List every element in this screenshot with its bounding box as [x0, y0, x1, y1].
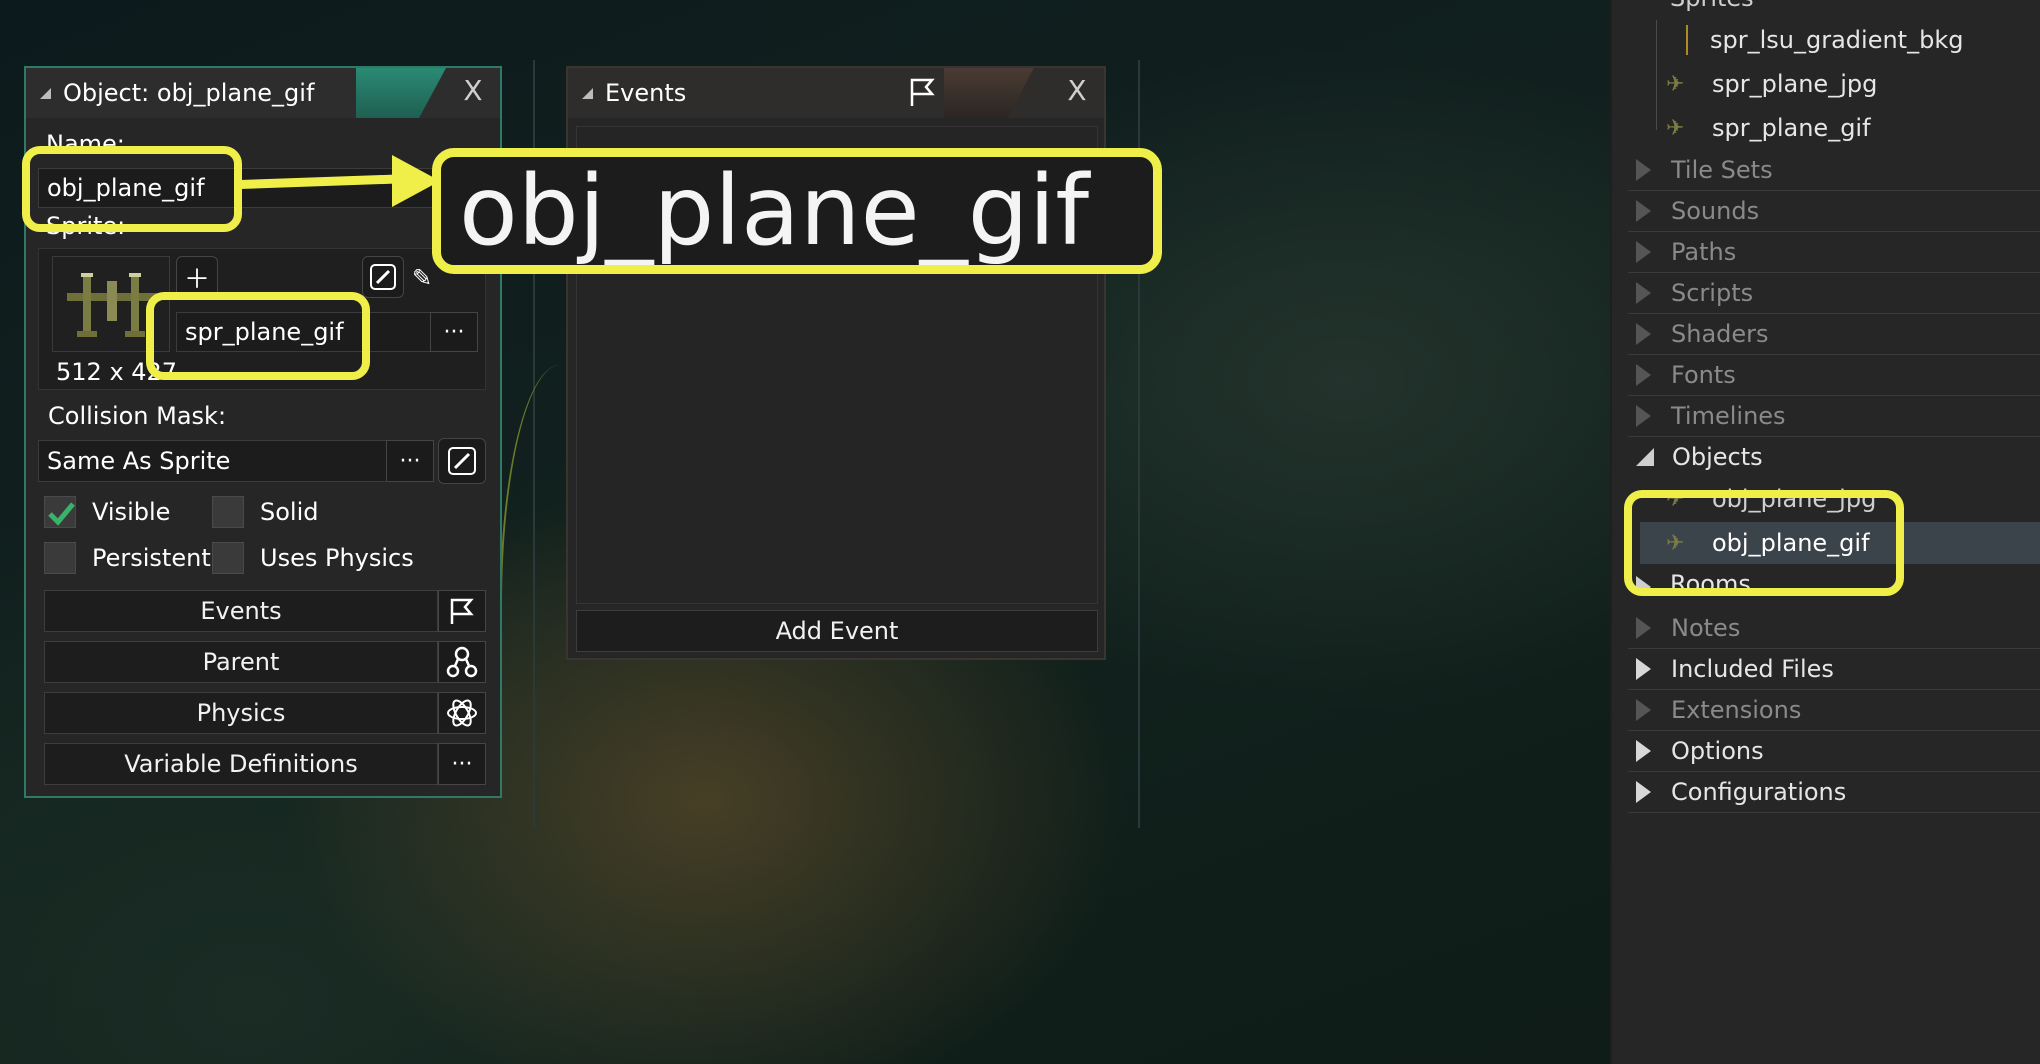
expand-icon — [1636, 323, 1651, 345]
tree-group-paths[interactable]: Paths — [1628, 232, 1736, 272]
tree-group-fonts[interactable]: Fonts — [1628, 355, 1736, 395]
object-panel-titlebar[interactable]: Object: obj_plane_gif X — [26, 68, 500, 118]
solid-checkbox[interactable] — [212, 496, 244, 528]
close-icon[interactable]: X — [458, 76, 488, 106]
expand-icon — [1636, 241, 1651, 263]
collision-browse-button[interactable]: ··· — [386, 440, 434, 482]
checkmark-icon — [48, 502, 75, 526]
gradient-sprite-icon — [1686, 25, 1688, 55]
sprite-browse-button[interactable]: ··· — [430, 312, 478, 352]
tree-group-included-files[interactable]: Included Files — [1628, 649, 1834, 689]
physics-atom-icon[interactable] — [438, 692, 486, 734]
tree-group-extensions[interactable]: Extensions — [1628, 690, 1801, 730]
physics-button[interactable]: Physics — [44, 692, 438, 734]
visible-label: Visible — [92, 498, 171, 526]
resource-tree-top-edge: Sprites — [1628, 0, 2040, 14]
close-icon[interactable]: X — [1062, 76, 1092, 106]
persistent-checkbox[interactable] — [44, 542, 76, 574]
sprites-header[interactable]: Sprites — [1670, 0, 1754, 12]
expand-icon — [1636, 740, 1651, 762]
brush-icon — [448, 447, 476, 475]
tree-group-sounds[interactable]: Sounds — [1628, 191, 1759, 231]
expand-icon — [1636, 364, 1651, 386]
expand-icon — [1636, 699, 1651, 721]
tree-item-sprite[interactable]: ✈ spr_plane_jpg — [1628, 64, 1877, 104]
tree-separator — [1628, 812, 2040, 813]
title-notch — [356, 68, 446, 118]
expand-icon — [1636, 405, 1651, 427]
uses-physics-checkbox[interactable] — [212, 542, 244, 574]
expand-icon — [1636, 200, 1651, 222]
collision-mask-field[interactable]: Same As Sprite — [38, 440, 412, 482]
tree-item-sprite[interactable]: ✈ spr_plane_gif — [1628, 108, 1871, 148]
collapse-icon[interactable] — [582, 87, 593, 99]
tree-group-scripts[interactable]: Scripts — [1628, 273, 1753, 313]
tree-group-shaders[interactable]: Shaders — [1628, 314, 1769, 354]
plane-sprite-icon: ✈ — [1666, 116, 1685, 141]
tree-group-options[interactable]: Options — [1628, 731, 1764, 771]
parent-button[interactable]: Parent — [44, 641, 438, 683]
title-notch — [944, 68, 1034, 118]
collision-mask-label: Collision Mask: — [48, 402, 227, 430]
persistent-label: Persistent — [92, 544, 211, 572]
expand-icon — [1636, 781, 1651, 803]
connector-line — [500, 365, 570, 615]
uses-physics-label: Uses Physics — [260, 544, 414, 572]
solid-label: Solid — [260, 498, 319, 526]
expand-icon — [1636, 282, 1651, 304]
tree-group-notes[interactable]: Notes — [1628, 608, 1740, 648]
tree-item-sprite[interactable]: spr_lsu_gradient_bkg — [1628, 20, 1963, 60]
tree-group-configurations[interactable]: Configurations — [1628, 772, 1846, 812]
tree-group-objects[interactable]: Objects — [1628, 437, 1763, 477]
expand-icon — [1636, 159, 1651, 181]
collapse-icon[interactable] — [40, 87, 51, 99]
tree-item-highlight — [1624, 490, 1904, 596]
events-button[interactable]: Events — [44, 590, 438, 632]
zoom-callout: obj_plane_gif — [432, 148, 1162, 274]
events-flag-icon[interactable] — [438, 590, 486, 632]
parent-hierarchy-icon[interactable] — [438, 641, 486, 683]
edit-sprite-button[interactable] — [362, 256, 404, 298]
events-flag-icon — [906, 76, 938, 112]
sprite-field-highlight — [146, 292, 370, 380]
plus-icon: ＋ — [183, 264, 210, 295]
expand-icon — [1636, 658, 1651, 680]
zoom-callout-text: obj_plane_gif — [459, 155, 1090, 267]
expand-icon — [1636, 617, 1651, 639]
collapse-icon — [1636, 448, 1654, 466]
events-panel-titlebar[interactable]: Events X — [568, 68, 1104, 118]
tree-group-tile-sets[interactable]: Tile Sets — [1628, 150, 1773, 190]
tree-group-timelines[interactable]: Timelines — [1628, 396, 1786, 436]
events-panel-title: Events — [605, 79, 687, 107]
variable-definitions-more-button[interactable]: ··· — [438, 743, 486, 785]
variable-definitions-button[interactable]: Variable Definitions — [44, 743, 438, 785]
object-panel-title: Object: obj_plane_gif — [63, 79, 315, 107]
add-event-button[interactable]: Add Event — [576, 610, 1098, 652]
name-field-highlight — [22, 146, 242, 232]
edit-mask-button[interactable] — [438, 438, 486, 484]
visible-checkbox[interactable] — [44, 496, 76, 528]
plane-sprite-icon: ✈ — [1666, 72, 1685, 97]
brush-icon — [370, 264, 396, 290]
